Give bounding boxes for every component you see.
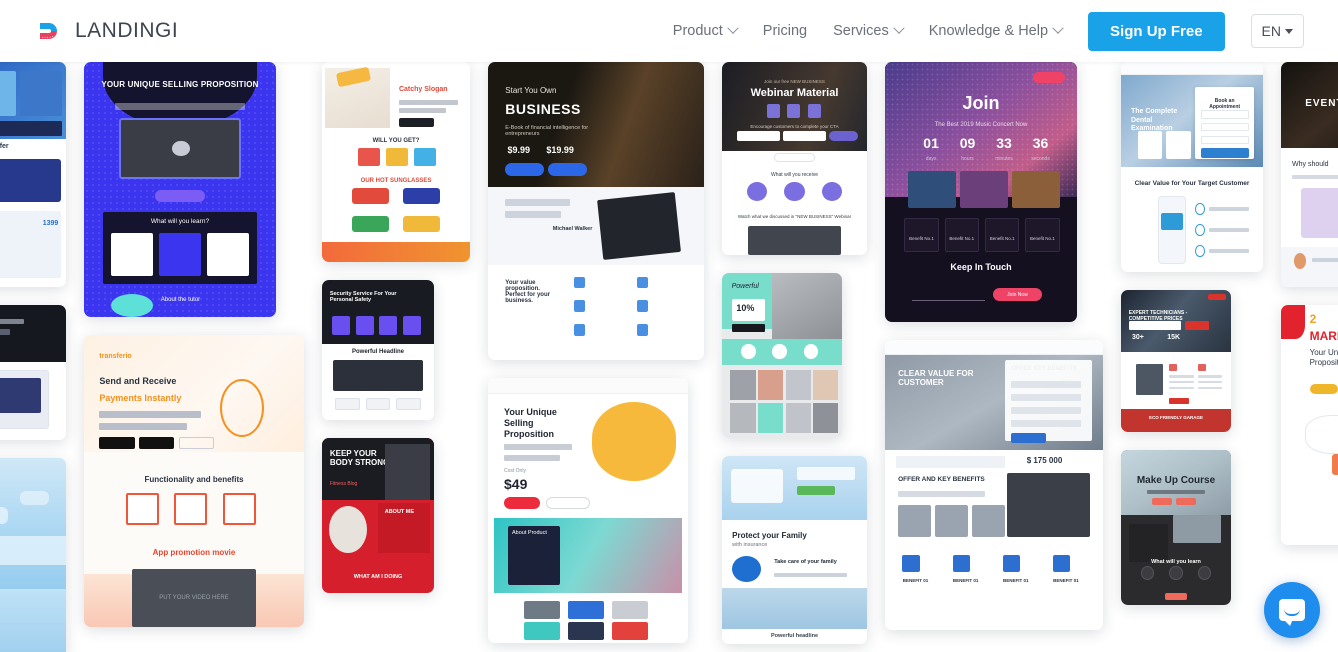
language-selector[interactable]: EN: [1250, 14, 1304, 48]
chevron-down-icon: [1052, 22, 1064, 34]
family-protection-template[interactable]: Protect your Family with insurance Take ca…: [722, 456, 867, 644]
intercom-launcher[interactable]: [1264, 582, 1320, 638]
selling-proposition-template[interactable]: YOUR UNIQUE SELLING PROPOSITION What will…: [84, 62, 276, 317]
nav-label-knowledge-help: Knowledge & Help: [928, 23, 1049, 39]
music-concert-template[interactable]: Join The Best 2019 Music Concert Now 01 day…: [885, 62, 1077, 322]
template-column-2: Catchy Slogan WILL YOU GET? OUR HOT SUNGLA…: [322, 62, 470, 652]
chat-bubble-icon: [1279, 599, 1305, 626]
template-column-1: YOUR UNIQUE SELLING PROPOSITION What will…: [84, 62, 304, 652]
marketing-red-template[interactable]: 2MARKETINGYour Unique Selling Propositio…: [1281, 305, 1338, 545]
site-header: LANDINGI Product Pricing Services Knowle…: [0, 0, 1338, 62]
nav-item-knowledge-help[interactable]: Knowledge & Help: [928, 22, 1064, 39]
nav-item-product[interactable]: Product: [672, 22, 739, 39]
real-estate-template[interactable]: CLEAR VALUE FOR CUSTOMEROFFER KEY BENEFI…: [885, 340, 1103, 630]
dental-clinic-template[interactable]: The Complete Dental Examination Book an A…: [1121, 62, 1263, 272]
template-column-4: Join our free NEW BUSINESS Webinar Materi…: [722, 62, 867, 652]
template-column-5: Join The Best 2019 Music Concert Now 01 day…: [885, 62, 1103, 652]
template-preview: transferio Send and Receive Payments Insta…: [84, 335, 304, 627]
language-label: EN: [1261, 23, 1281, 39]
nav-label-pricing: Pricing: [762, 23, 808, 39]
template-preview: YOUR UNIQUE SELLING PROPOSITION What will…: [84, 62, 276, 317]
auto-repair-template[interactable]: EXPERT TECHNICIANS - COMPETITIVE PRICES 3…: [1121, 290, 1231, 432]
template-column-0: Best Offer1399: [0, 62, 66, 652]
chevron-down-icon: [893, 22, 905, 34]
chevron-down-icon: [1285, 28, 1293, 34]
template-preview: Make Up Course What will you learn: [1121, 450, 1231, 605]
fitness-body-template[interactable]: KEEP YOUR BODY STRONG Fitness Blog ABOUT M…: [322, 438, 434, 593]
template-column-7: EVENTWhy should 2MARKETINGYour Unique Sel…: [1281, 62, 1338, 652]
nav-label-services: Services: [833, 23, 889, 39]
template-preview: Security Service For Your Personal Safet…: [322, 280, 434, 420]
ocean-travel-template[interactable]: [0, 458, 66, 652]
template-preview: EVENTWhy should: [1281, 62, 1338, 287]
template-preview: CLEAR VALUE FOR CUSTOMEROFFER KEY BENEFI…: [885, 340, 1103, 630]
sign-up-free-button[interactable]: Sign Up Free: [1088, 11, 1225, 51]
template-preview: Start You Own BUSINESS E-Book of financial…: [488, 62, 704, 360]
template-preview: Best Offer1399: [0, 62, 66, 287]
headphones-shop-template[interactable]: Your Unique Selling Proposition Cost Only…: [488, 378, 688, 643]
main-navigation: Product Pricing Services Knowledge & Hel…: [672, 11, 1304, 51]
template-preview: Powerful 10%: [722, 273, 842, 438]
logo[interactable]: LANDINGI: [36, 16, 178, 46]
template-preview: Catchy Slogan WILL YOU GET? OUR HOT SUNGLA…: [322, 62, 470, 262]
sunglasses-shop-template[interactable]: Catchy Slogan WILL YOU GET? OUR HOT SUNGLA…: [322, 62, 470, 262]
template-column-3: Start You Own BUSINESS E-Book of financial…: [488, 62, 704, 652]
event-dark-template[interactable]: EVENTWhy should: [1281, 62, 1338, 287]
landingi-logo-icon: [36, 16, 66, 46]
template-preview: Join The Best 2019 Music Concert Now 01 day…: [885, 62, 1077, 322]
nav-item-services[interactable]: Services: [833, 22, 905, 39]
webinar-material-template[interactable]: Join our free NEW BUSINESS Webinar Materi…: [722, 62, 867, 255]
template-preview: The Complete Dental Examination Book an A…: [1121, 62, 1263, 272]
business-ebook-template[interactable]: Start You Own BUSINESS E-Book of financial…: [488, 62, 704, 360]
template-preview: Your Unique Selling Proposition Cost Only…: [488, 378, 688, 643]
template-preview: [0, 305, 66, 440]
template-preview: 2MARKETINGYour Unique Selling Propositio…: [1281, 305, 1338, 545]
travel-offer-template[interactable]: Best Offer1399: [0, 62, 66, 287]
template-preview: EXPERT TECHNICIANS - COMPETITIVE PRICES 3…: [1121, 290, 1231, 432]
nav-label-product: Product: [672, 23, 723, 39]
template-gallery: Best Offer1399 YOUR UNIQUE SELLING PROPOS…: [0, 62, 1338, 652]
logo-text: LANDINGI: [75, 19, 179, 42]
security-service-template[interactable]: Security Service For Your Personal Safet…: [322, 280, 434, 420]
transferio-payments-template[interactable]: transferio Send and Receive Payments Insta…: [84, 335, 304, 627]
chevron-down-icon: [727, 22, 739, 34]
dark-product-template[interactable]: [0, 305, 66, 440]
smile-icon: [1284, 609, 1300, 616]
template-preview: KEEP YOUR BODY STRONG Fitness Blog ABOUT M…: [322, 438, 434, 593]
nav-item-pricing[interactable]: Pricing: [763, 23, 807, 39]
template-columns: Best Offer1399 YOUR UNIQUE SELLING PROPOS…: [0, 62, 1338, 652]
makeup-course-template[interactable]: Make Up Course What will you learn: [1121, 450, 1231, 605]
template-preview: Protect your Family with insurance Take ca…: [722, 456, 867, 644]
template-preview: [0, 458, 66, 652]
template-preview: Join our free NEW BUSINESS Webinar Materi…: [722, 62, 867, 255]
template-column-6: The Complete Dental Examination Book an A…: [1121, 62, 1263, 652]
jewelry-shop-template[interactable]: Powerful 10%: [722, 273, 842, 438]
